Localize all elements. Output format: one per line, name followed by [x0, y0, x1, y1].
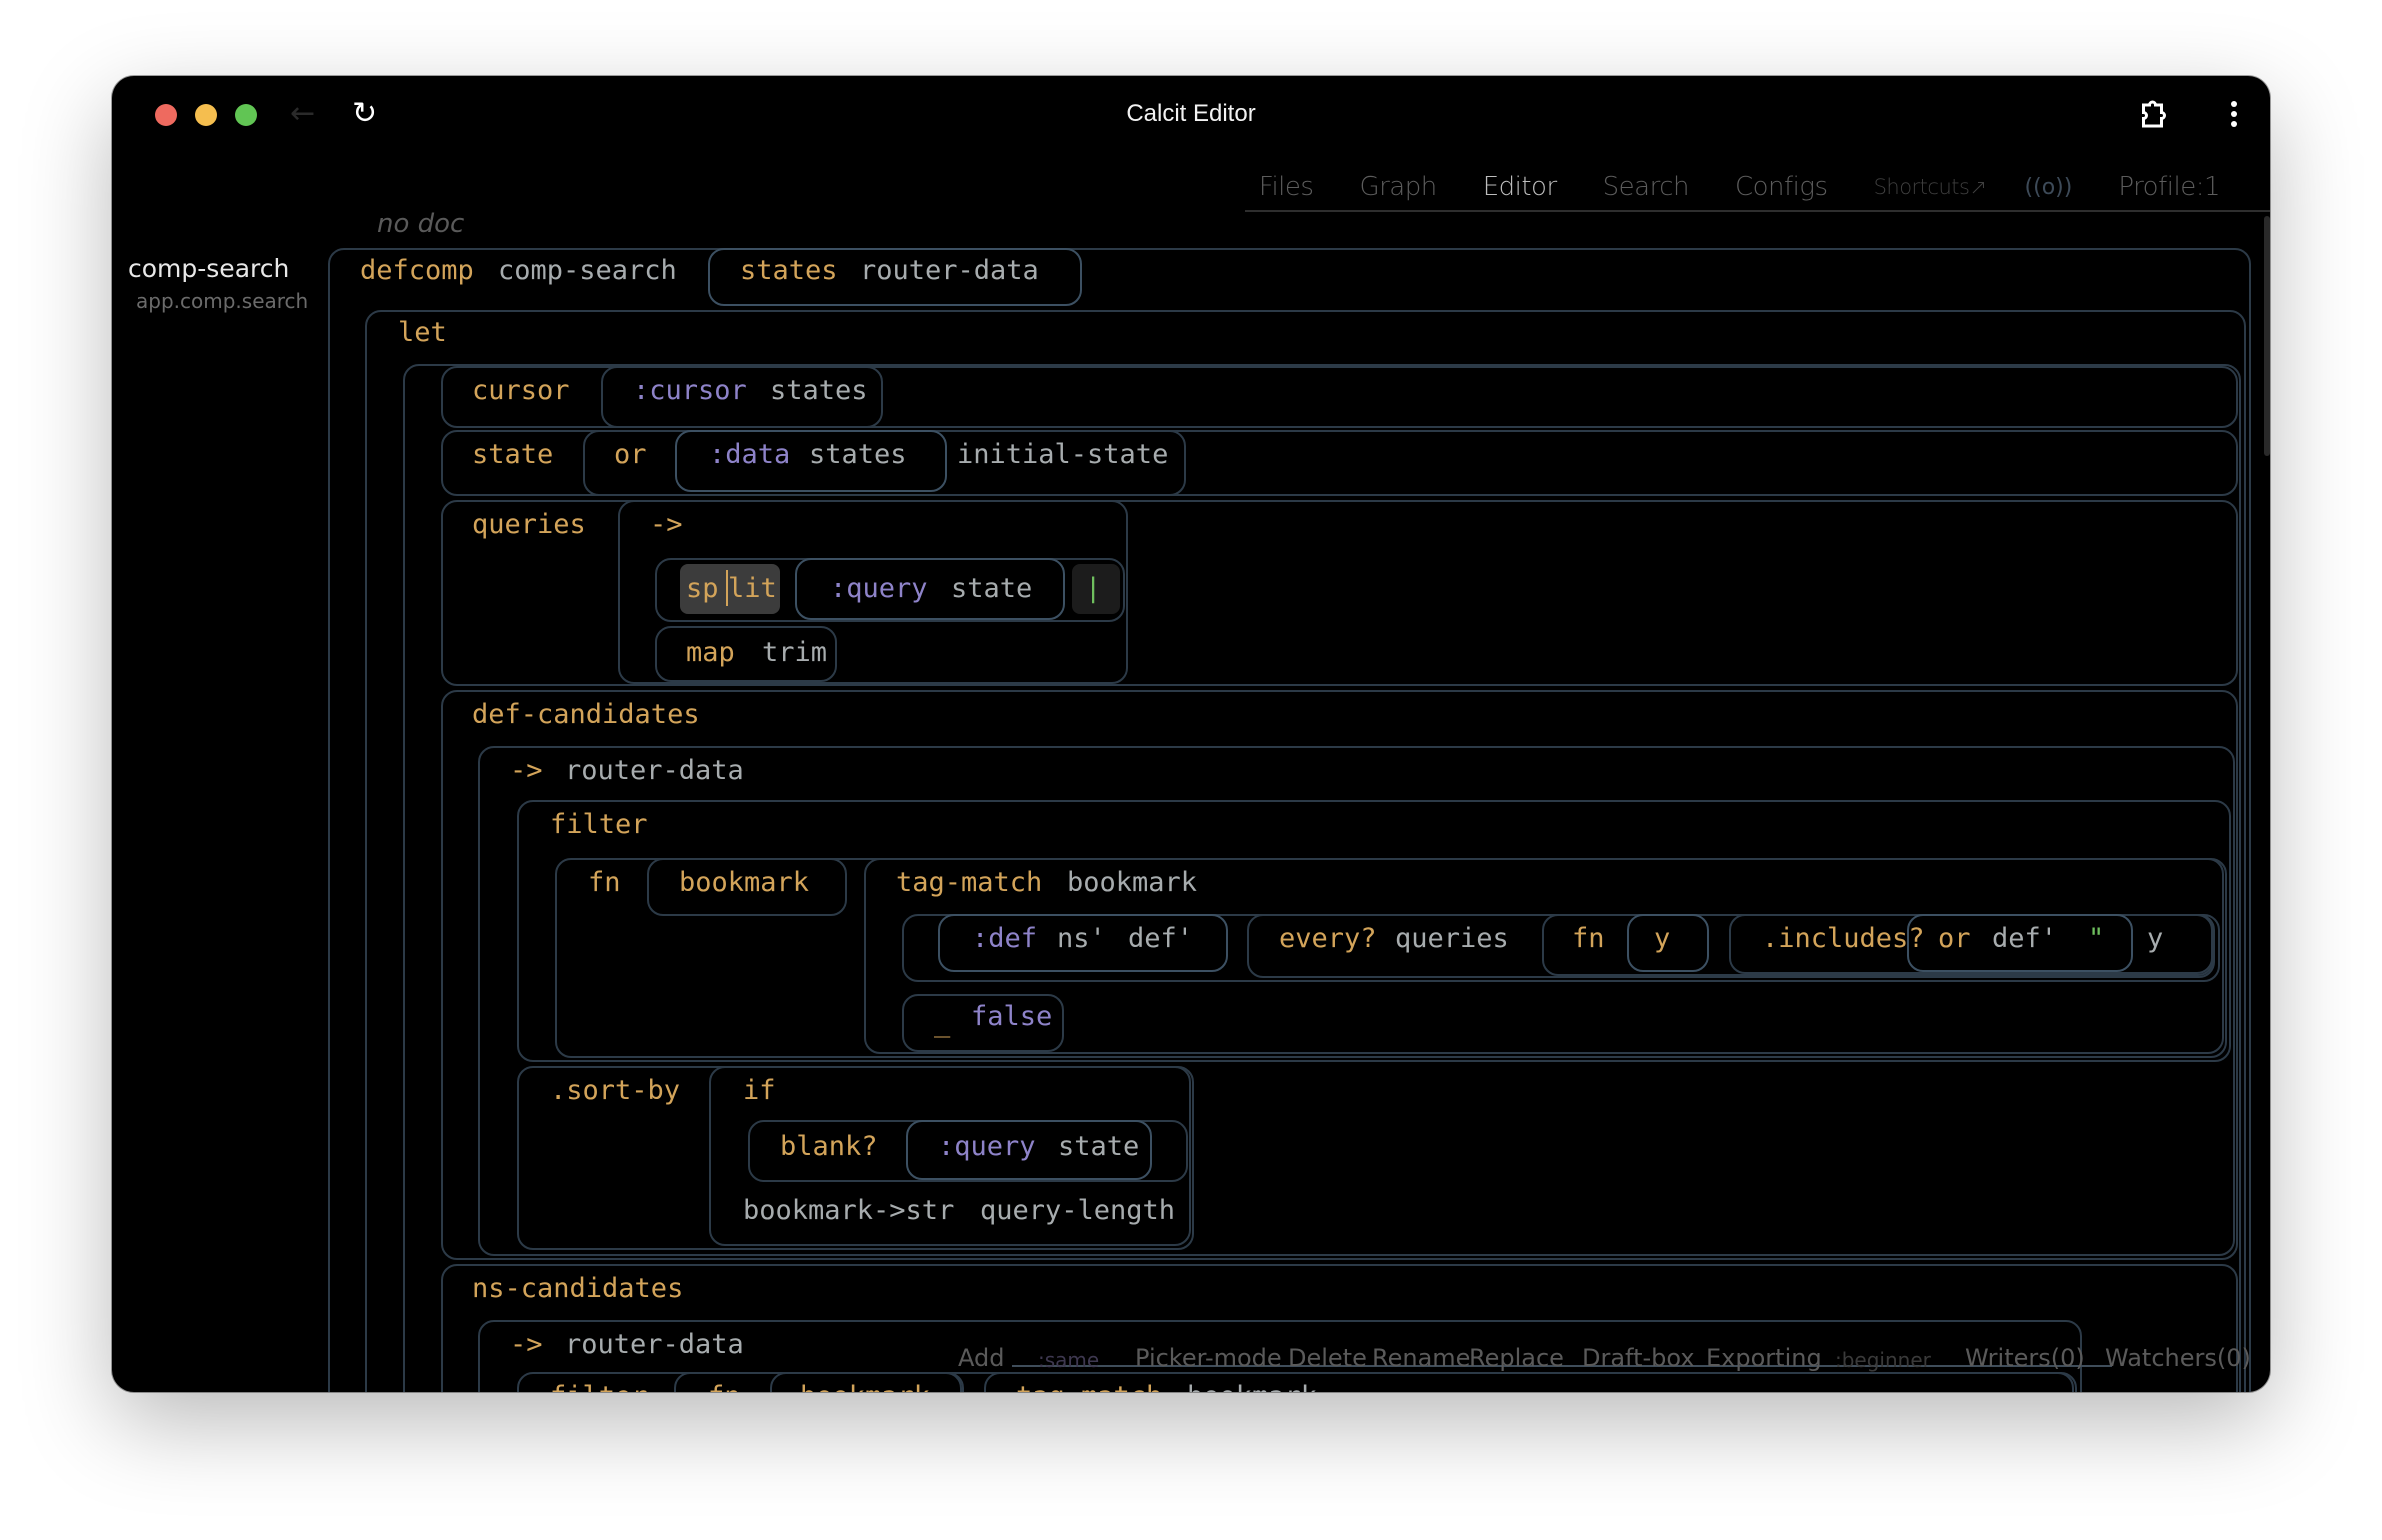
top-navigation: Files Graph Editor Search Configs Shortc…: [1213, 160, 2221, 214]
leaf-sort-by[interactable]: .sort-by: [550, 1074, 680, 1108]
leaf-underscore[interactable]: _: [934, 1006, 950, 1040]
nav-files[interactable]: Files: [1259, 172, 1314, 202]
leaf-fn-3[interactable]: fn: [708, 1380, 741, 1392]
leaf-data-src[interactable]: states: [809, 438, 907, 472]
leaf-string-quote[interactable]: ": [2088, 922, 2104, 956]
leaf-thread-2[interactable]: ->: [510, 754, 543, 788]
leaf-ns-candidates[interactable]: ns-candidates: [472, 1272, 683, 1306]
title-bar: ← ↻ Calcit Editor: [112, 76, 2270, 151]
leaf-bookmark[interactable]: bookmark: [679, 866, 809, 900]
definition-name[interactable]: comp-search: [128, 254, 289, 283]
leaf-if[interactable]: if: [743, 1074, 776, 1108]
leaf-bookmark-2[interactable]: bookmark: [1067, 866, 1197, 900]
leaf-data-key[interactable]: :data: [709, 438, 790, 472]
kebab-menu-icon[interactable]: [2228, 98, 2240, 130]
leaf-blank[interactable]: blank?: [780, 1130, 878, 1164]
leaf-states[interactable]: states: [740, 254, 838, 288]
leaf-bookmark-3[interactable]: bookmark: [800, 1380, 930, 1392]
leaf-or-2[interactable]: or: [1938, 922, 1971, 956]
watchers-count[interactable]: Watchers(0): [2105, 1344, 2251, 1372]
exporting-button[interactable]: Exporting: [1706, 1344, 1822, 1372]
leaf-query-key[interactable]: :query: [830, 572, 928, 606]
leaf-query-length[interactable]: query-length: [980, 1194, 1175, 1228]
window-title: Calcit Editor: [1126, 100, 1256, 127]
definition-namespace[interactable]: app.comp.search: [136, 289, 308, 313]
leaf-ns-prime[interactable]: ns': [1057, 922, 1106, 956]
leaf-cursor-key[interactable]: :cursor: [633, 374, 747, 408]
leaf-map[interactable]: map: [686, 636, 735, 670]
draft-box-button[interactable]: Draft-box: [1582, 1344, 1695, 1372]
leaf-y[interactable]: y: [1654, 922, 1670, 956]
leaf-false[interactable]: false: [971, 1000, 1052, 1034]
leaf-state[interactable]: state: [472, 438, 553, 472]
leaf-def-prime-2[interactable]: def': [1992, 922, 2057, 956]
leaf-tag-match-2[interactable]: tag-match: [1016, 1380, 1162, 1392]
leaf-thread[interactable]: ->: [650, 508, 683, 542]
leaf-cursor-src[interactable]: states: [770, 374, 868, 408]
replace-button[interactable]: Replace: [1469, 1344, 1564, 1372]
leaf-includes[interactable]: .includes?: [1762, 922, 1925, 956]
leaf-query-src[interactable]: state: [951, 572, 1032, 606]
leaf-comp-name[interactable]: comp-search: [498, 254, 677, 288]
leaf-bookmark-str[interactable]: bookmark->str: [743, 1194, 954, 1228]
leaf-initial-state[interactable]: initial-state: [957, 438, 1168, 472]
leaf-split-b[interactable]: lit: [728, 572, 777, 606]
nav-configs[interactable]: Configs: [1735, 172, 1828, 202]
leaf-split-a[interactable]: sp: [686, 572, 719, 606]
leaf-let[interactable]: let: [398, 316, 447, 350]
leaf-fn[interactable]: fn: [588, 866, 621, 900]
broadcast-icon[interactable]: ((o)): [2025, 175, 2073, 200]
leaf-router-data-2[interactable]: router-data: [565, 754, 744, 788]
delete-button[interactable]: Delete: [1288, 1344, 1367, 1372]
leaf-every[interactable]: every?: [1279, 922, 1377, 956]
leaf-queries[interactable]: queries: [472, 508, 586, 542]
doc-hint[interactable]: no doc: [377, 209, 464, 239]
nav-divider: [1245, 210, 2270, 212]
nav-graph[interactable]: Graph: [1359, 172, 1437, 202]
scrollbar[interactable]: [2264, 216, 2270, 456]
bottom-bar: Add :same Picker-mode Delete Rename Repl…: [112, 1344, 2270, 1380]
leaf-def-prime[interactable]: def': [1128, 922, 1193, 956]
picker-mode-button[interactable]: Picker-mode: [1135, 1344, 1282, 1372]
leaf-router-data[interactable]: router-data: [860, 254, 1039, 288]
nav-profile[interactable]: Profile:1: [2118, 172, 2220, 202]
leaf-defcomp[interactable]: defcomp: [360, 254, 474, 288]
leaf-or[interactable]: or: [614, 438, 647, 472]
nav-shortcuts-link[interactable]: Shortcuts↗: [1874, 175, 1987, 199]
writers-count[interactable]: Writers(0): [1965, 1344, 2085, 1372]
leaf-y-2[interactable]: y: [2147, 922, 2163, 956]
leaf-query-key-2[interactable]: :query: [938, 1130, 1036, 1164]
leaf-def-candidates[interactable]: def-candidates: [472, 698, 700, 732]
leaf-cursor[interactable]: cursor: [472, 374, 570, 408]
leaf-filter[interactable]: filter: [550, 808, 648, 842]
add-button[interactable]: Add: [958, 1344, 1004, 1372]
puzzle-icon[interactable]: [2136, 96, 2172, 132]
same-toggle[interactable]: :same: [1038, 1348, 1099, 1372]
leaf-trim[interactable]: trim: [762, 636, 827, 670]
leaf-queries-2[interactable]: queries: [1395, 922, 1509, 956]
leaf-tag-match[interactable]: tag-match: [896, 866, 1042, 900]
beginner-toggle[interactable]: :beginner: [1835, 1348, 1931, 1372]
nav-search[interactable]: Search: [1603, 172, 1690, 202]
leaf-def-key[interactable]: :def: [972, 922, 1037, 956]
rename-button[interactable]: Rename: [1372, 1344, 1470, 1372]
nav-editor[interactable]: Editor: [1483, 172, 1557, 202]
leaf-bookmark-4[interactable]: bookmark: [1187, 1380, 1317, 1392]
leaf-fn-2[interactable]: fn: [1572, 922, 1605, 956]
leaf-empty-string[interactable]: |: [1085, 572, 1101, 606]
app-window: ← ↻ Calcit Editor Files Graph Editor Sea…: [112, 76, 2270, 1392]
leaf-filter-2[interactable]: filter: [550, 1380, 648, 1392]
leaf-state-2[interactable]: state: [1058, 1130, 1139, 1164]
